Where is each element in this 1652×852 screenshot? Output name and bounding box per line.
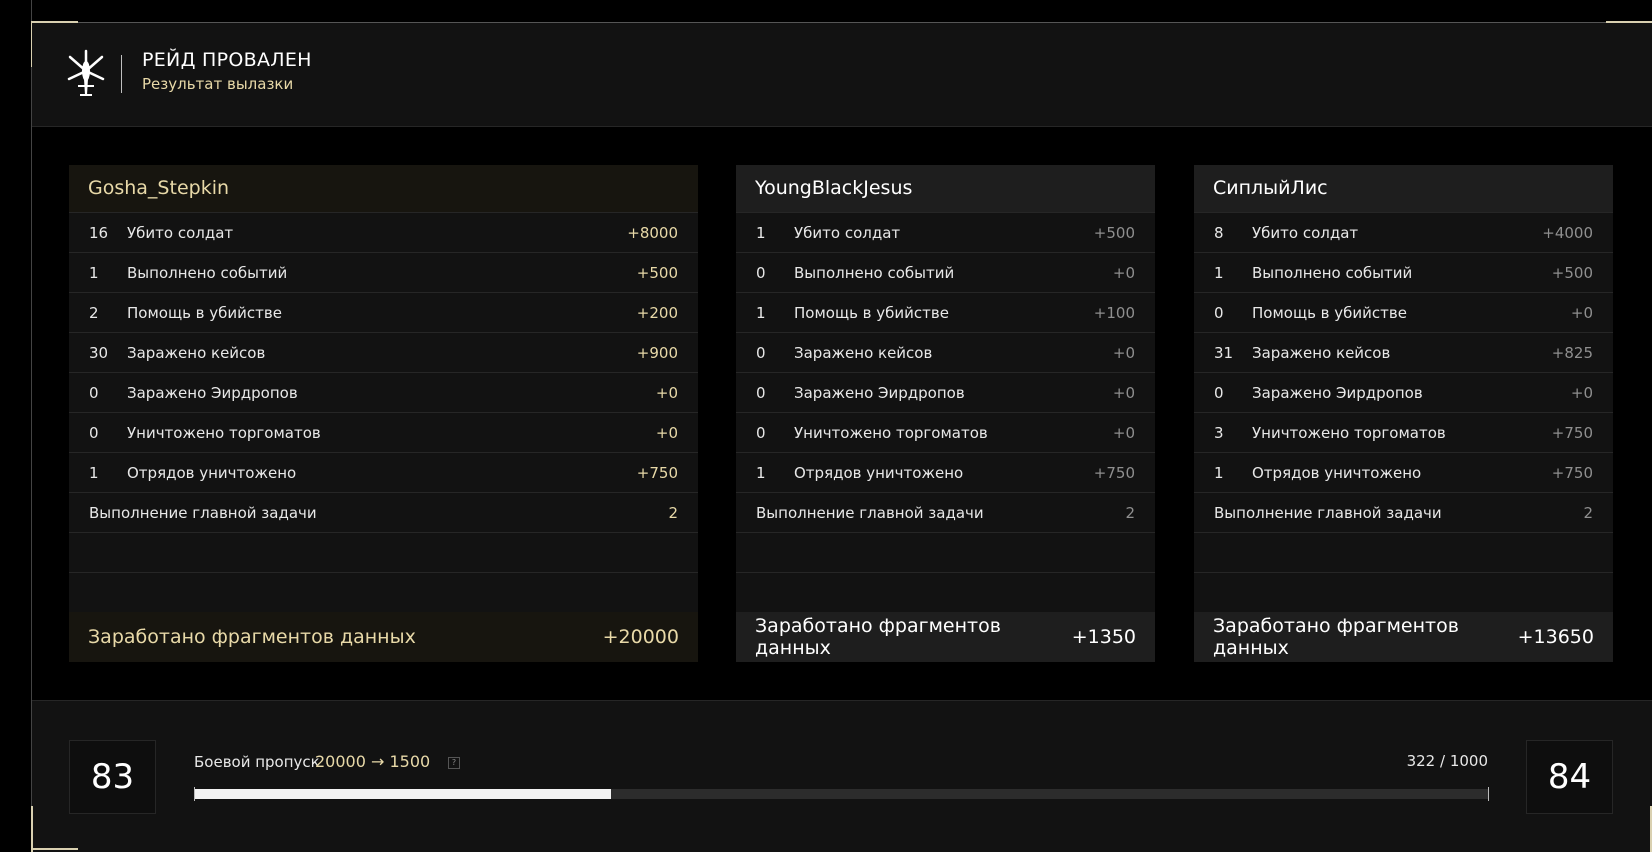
stat-row: 2 Помощь в убийстве +200 [69,293,698,333]
stat-row: 0 Помощь в убийстве +0 [1194,293,1613,333]
stat-row: 8 Убито солдат +4000 [1194,213,1613,253]
battle-pass-progress-text: 322 / 1000 [1406,752,1488,770]
stat-row: 31 Заражено кейсов +825 [1194,333,1613,373]
player-panel-2: YoungBlackJesus 1 Убито солдат +500 0 Выпол… [736,165,1155,662]
battle-pass-gain: 20000 → 1500 [315,752,431,771]
next-level-box: 84 [1526,740,1613,814]
raid-header: РЕЙД ПРОВАЛЕН Результат вылазки [32,23,1652,127]
empty-row [69,573,698,613]
stat-row: 0 Заражено Эирдропов +0 [1194,373,1613,413]
stat-row: 1 Выполнено событий +500 [69,253,698,293]
progress-end-cap [1488,787,1489,801]
stat-row: 3 Уничтожено торгоматов +750 [1194,413,1613,453]
battle-pass-label: Боевой пропуск [194,753,320,771]
stat-row: 1 Выполнено событий +500 [1194,253,1613,293]
corner-bracket-bottom-left [32,848,78,850]
battle-pass-footer: 83 Боевой пропуск 20000 → 1500 ? 322 / 1… [32,700,1652,852]
stat-row: 1 Отрядов уничтожено +750 [1194,453,1613,493]
player-name: СиплыйЛис [1194,165,1613,213]
stat-row: 16 Убито солдат +8000 [69,213,698,253]
player-panel-1: Gosha_Stepkin 16 Убито солдат +8000 1 Выпол… [69,165,698,662]
corner-bracket-bottom-left-v [31,806,33,852]
stat-row: 0 Заражено кейсов +0 [736,333,1155,373]
empty-row [1194,573,1613,613]
stat-row: 0 Уничтожено торгоматов +0 [69,413,698,453]
stat-row: 0 Выполнено событий +0 [736,253,1155,293]
stat-row: 1 Убито солдат +500 [736,213,1155,253]
empty-row [736,533,1155,573]
player-panel-3: СиплыйЛис 8 Убито солдат +4000 1 Выполнено … [1194,165,1613,662]
stat-row: 0 Заражено Эирдропов +0 [69,373,698,413]
total-row: Заработано фрагментов данных +20000 [69,612,698,662]
header-divider [121,55,122,93]
stat-row: 0 Уничтожено торгоматов +0 [736,413,1155,453]
progress-start-cap [194,787,195,801]
main-task-row: Выполнение главной задачи 2 [1194,493,1613,533]
stat-row: 30 Заражено кейсов +900 [69,333,698,373]
player-name: YoungBlackJesus [736,165,1155,213]
helicopter-icon [67,49,105,96]
main-task-row: Выполнение главной задачи 2 [69,493,698,533]
stat-row: 0 Заражено Эирдропов +0 [736,373,1155,413]
total-row: Заработано фрагментов данных +13650 [1194,612,1613,662]
current-level-box: 83 [69,740,156,814]
stat-row: 1 Отрядов уничтожено +750 [69,453,698,493]
battle-pass-progress-bar [194,787,1489,801]
main-task-row: Выполнение главной задачи 2 [736,493,1155,533]
page-subtitle: Результат вылазки [142,75,294,93]
stat-row: 1 Помощь в убийстве +100 [736,293,1155,333]
player-name: Gosha_Stepkin [69,165,698,213]
empty-row [736,573,1155,613]
empty-row [1194,533,1613,573]
page-title: РЕЙД ПРОВАЛЕН [142,49,312,71]
progress-fill [194,789,611,799]
empty-row [69,533,698,573]
question-icon[interactable]: ? [448,757,460,769]
total-row: Заработано фрагментов данных +1350 [736,612,1155,662]
stat-row: 1 Отрядов уничтожено +750 [736,453,1155,493]
